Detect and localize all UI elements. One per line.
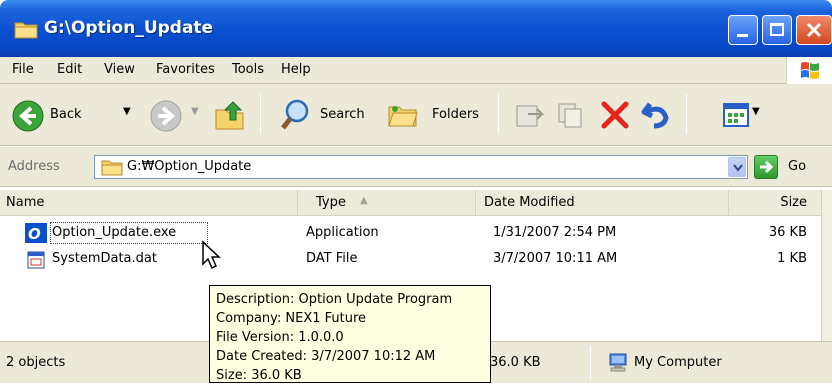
undo-icon[interactable] (640, 98, 674, 132)
menu-view[interactable]: View (104, 62, 135, 77)
back-button[interactable]: Back (50, 107, 82, 122)
status-location: My Computer (634, 355, 722, 370)
up-folder-icon[interactable] (213, 98, 247, 132)
exe-option-icon: O (25, 223, 47, 243)
views-dropdown[interactable]: ▼ (752, 106, 760, 117)
tooltip-description: Description: Option Update Program (216, 292, 453, 307)
table-row[interactable]: SystemData.dat DAT File 3/7/2007 10:11 A… (0, 247, 821, 273)
tooltip-size: Size: 36.0 KB (216, 368, 302, 383)
back-dropdown[interactable]: ▼ (123, 106, 131, 117)
file-name[interactable]: SystemData.dat (52, 251, 157, 266)
maximize-button[interactable] (762, 15, 792, 45)
address-label: Address (8, 159, 60, 174)
sort-ascending-icon: ▲ (360, 195, 368, 206)
address-dropdown-button[interactable] (728, 157, 746, 177)
menu-edit[interactable]: Edit (57, 62, 82, 77)
go-arrow-icon (760, 160, 774, 174)
copy-to-icon[interactable] (556, 100, 588, 130)
column-header-name[interactable]: Name (0, 190, 298, 216)
file-type: Application (306, 225, 379, 240)
tooltip-company: Company: NEX1 Future (216, 311, 367, 326)
window-title: G:\Option_Update (44, 18, 214, 38)
search-icon[interactable] (280, 98, 314, 132)
dat-file-icon (27, 251, 45, 269)
mouse-cursor-icon (202, 240, 221, 270)
chevron-down-icon (733, 164, 743, 172)
file-type: DAT File (306, 251, 358, 266)
tooltip-date-created: Date Created: 3/7/2007 10:12 AM (216, 349, 436, 364)
address-path: G:₩Option_Update (127, 159, 252, 174)
forward-arrow-icon[interactable] (150, 100, 182, 132)
move-to-icon[interactable] (514, 100, 546, 130)
menu-favorites[interactable]: Favorites (156, 62, 215, 77)
address-bar: Address G:₩Option_Update Go (0, 147, 832, 187)
menu-file[interactable]: File (12, 62, 34, 77)
address-input[interactable]: G:₩Option_Update (94, 155, 748, 179)
file-info-tooltip: Description: Option Update Program Compa… (209, 285, 491, 383)
folder-icon (14, 22, 38, 39)
menu-help[interactable]: Help (281, 62, 311, 77)
windows-logo (786, 57, 832, 84)
file-date: 3/7/2007 10:11 AM (493, 251, 618, 266)
file-name[interactable]: Option_Update.exe (52, 225, 176, 240)
close-icon (806, 22, 822, 38)
list-header: Name Type ▲ Date Modified Size (0, 190, 821, 216)
file-size: 1 KB (777, 251, 807, 266)
column-header-size[interactable]: Size (729, 190, 821, 216)
status-size: 36.0 KB (490, 355, 541, 370)
windows-flag-icon (801, 62, 819, 79)
menu-bar: File Edit View Favorites Tools Help (0, 57, 832, 84)
file-date: 1/31/2007 2:54 PM (493, 225, 617, 240)
folder-icon (101, 160, 123, 176)
table-row[interactable]: O Option_Update.exe Application 1/31/200… (0, 221, 821, 247)
title-bar[interactable]: G:\Option_Update (0, 0, 832, 57)
file-size: 36 KB (768, 225, 807, 240)
close-button[interactable] (796, 15, 832, 45)
forward-dropdown[interactable]: ▼ (191, 106, 199, 117)
toolbar: Back ▼ ▼ Search Folders ▼ (0, 84, 832, 146)
svg-text:O: O (28, 225, 41, 243)
go-label[interactable]: Go (788, 159, 806, 174)
delete-icon[interactable] (598, 98, 632, 132)
vertical-scrollbar[interactable] (821, 190, 832, 341)
search-button[interactable]: Search (320, 107, 365, 122)
folders-icon[interactable] (386, 98, 420, 132)
my-computer-icon (609, 353, 627, 372)
status-object-count: 2 objects (6, 355, 66, 370)
back-arrow-icon[interactable] (12, 100, 44, 132)
column-header-type[interactable]: Type ▲ (298, 190, 476, 216)
go-button[interactable] (754, 155, 778, 179)
folders-button[interactable]: Folders (432, 107, 479, 122)
column-header-date-modified[interactable]: Date Modified (476, 190, 729, 216)
minimize-button[interactable] (728, 15, 758, 45)
views-icon[interactable] (722, 102, 750, 128)
tooltip-file-version: File Version: 1.0.0.0 (216, 330, 344, 345)
menu-tools[interactable]: Tools (232, 62, 264, 77)
